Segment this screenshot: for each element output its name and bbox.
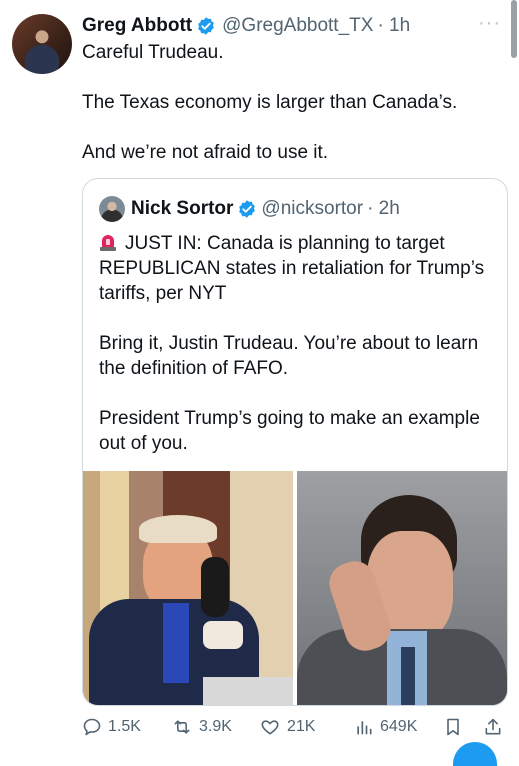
timestamp[interactable]: · 1h [377,15,410,37]
bookmark-button[interactable] [443,716,469,738]
quote-paragraph: JUST IN: Canada is planning to target RE… [99,231,494,306]
quote-header: Nick Sortor @nicksortor · 2h [99,196,400,222]
quote-text: JUST IN: Canada is planning to target RE… [99,231,494,456]
quote-avatar[interactable] [99,196,125,222]
tweet-text: Careful Trudeau. The Texas economy is la… [82,40,502,165]
scrollbar[interactable] [511,0,517,58]
verified-badge-icon [198,17,214,35]
quote-line: JUST IN: Canada is planning to target RE… [99,233,485,304]
action-bar: 1.5K 3.9K 21K 649K [82,716,506,738]
views-button[interactable]: 649K [354,716,417,738]
photo-trudeau[interactable] [297,471,507,705]
share-icon [485,718,501,735]
like-button[interactable]: 21K [259,716,315,738]
quoted-tweet[interactable]: Nick Sortor @nicksortor · 2h JUST IN: Ca… [82,178,508,706]
repost-button[interactable]: 3.9K [171,716,232,738]
avatar[interactable] [12,14,72,74]
compose-fab-button[interactable] [453,742,497,766]
tweet-paragraph: The Texas economy is larger than Canada’… [82,92,458,113]
media-grid [83,471,507,705]
views-chart-icon [357,721,372,735]
author-name[interactable]: Greg Abbott [82,15,192,37]
quote-author-name[interactable]: Nick Sortor [131,198,233,220]
author-handle[interactable]: @GregAbbott_TX [222,15,373,37]
repost-icon [174,720,190,734]
quote-author-handle[interactable]: @nicksortor [261,198,363,220]
quote-paragraph: President Trump’s going to make an examp… [99,408,480,454]
photo-trump-on-phone[interactable] [83,471,293,705]
quote-timestamp[interactable]: · 2h [367,198,400,220]
reply-icon [83,718,101,736]
repost-count: 3.9K [199,718,232,735]
view-count: 649K [380,718,418,735]
tweet-paragraph: Careful Trudeau. [82,42,224,63]
tweet-header: Greg Abbott @GregAbbott_TX · 1h [82,14,410,38]
verified-badge-icon [239,200,256,218]
share-button[interactable] [483,716,509,738]
more-options-icon[interactable]: ··· [478,13,501,33]
quote-paragraph: Bring it, Justin Trudeau. You’re about t… [99,333,479,379]
reply-count: 1.5K [108,718,141,735]
tweet-paragraph: And we’re not afraid to use it. [82,142,329,163]
rotating-light-icon [100,235,116,251]
bookmark-icon [447,718,459,736]
tweet[interactable]: Greg Abbott @GregAbbott_TX · 1h ··· Care… [0,0,519,766]
reply-button[interactable]: 1.5K [82,716,141,738]
heart-icon [261,720,279,735]
like-count: 21K [287,718,316,735]
